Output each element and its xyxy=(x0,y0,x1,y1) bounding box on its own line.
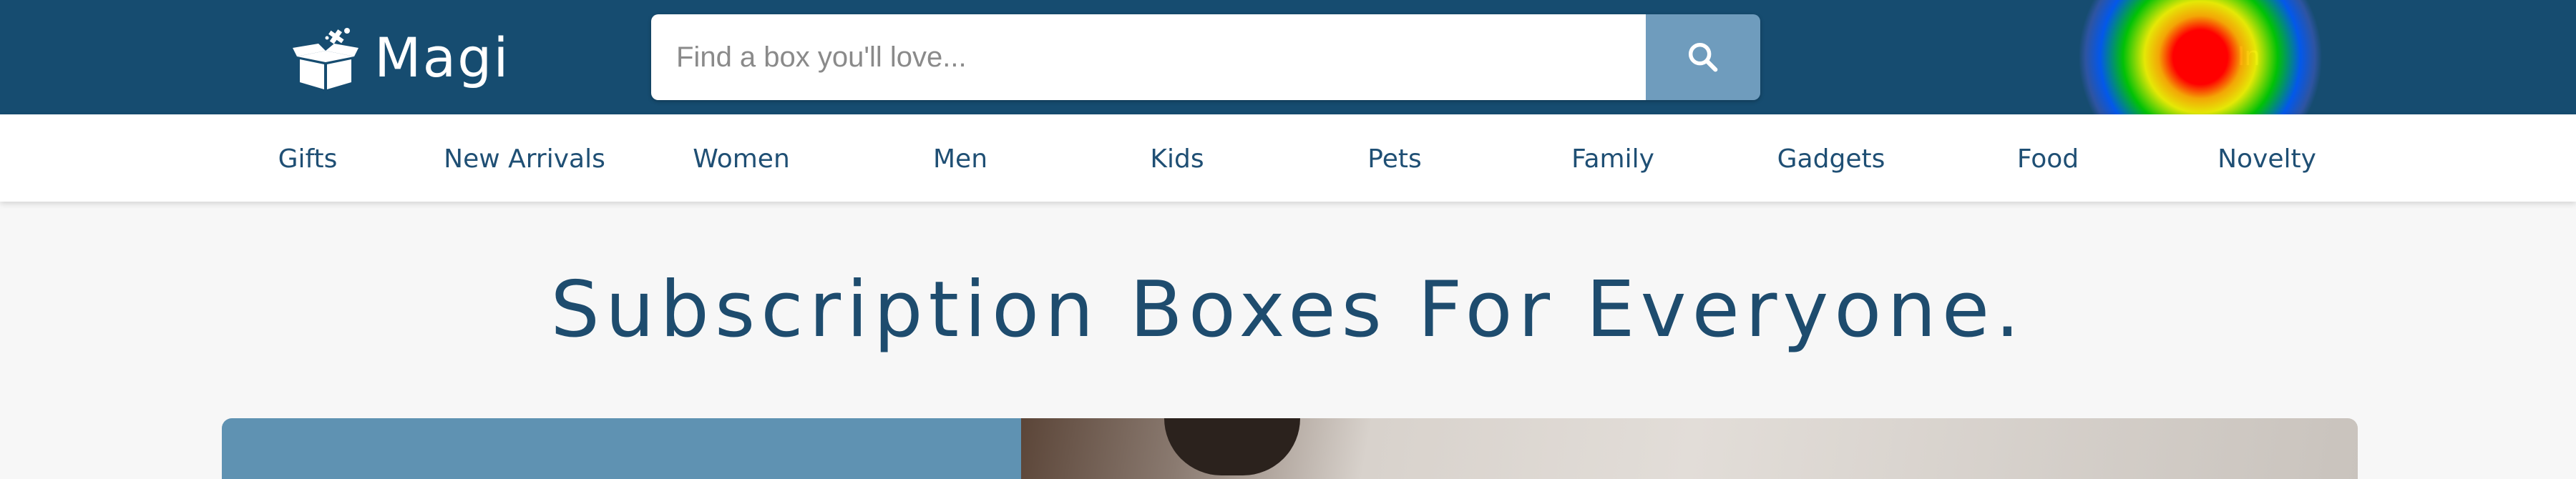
nav-item-novelty[interactable]: Novelty xyxy=(2218,144,2316,174)
nav-item-men[interactable]: Men xyxy=(933,144,987,174)
search-bar xyxy=(651,14,1760,100)
nav-item-family[interactable]: Family xyxy=(1571,144,1654,174)
search-button[interactable] xyxy=(1646,14,1760,100)
brand-logo[interactable]: Magi xyxy=(290,13,510,102)
banner-panel xyxy=(222,418,1021,479)
hero-banner xyxy=(222,418,2358,479)
sign-in-link[interactable]: Sign In xyxy=(2175,41,2260,72)
gift-box-icon xyxy=(293,27,358,89)
nav-item-kids[interactable]: Kids xyxy=(1150,144,1204,174)
top-header: Magi Sign In xyxy=(0,0,2576,114)
page: Magi Sign In Gifts New Arrivals Women Me… xyxy=(0,0,2576,479)
search-input[interactable] xyxy=(651,14,1646,100)
banner-image xyxy=(1021,418,2358,479)
nav-item-food[interactable]: Food xyxy=(2017,144,2079,174)
nav-item-women[interactable]: Women xyxy=(693,144,790,174)
brand-name: Magi xyxy=(374,25,510,89)
nav-item-pets[interactable]: Pets xyxy=(1367,144,1421,174)
banner-image-detail xyxy=(1164,418,1300,475)
nav-item-gifts[interactable]: Gifts xyxy=(278,144,338,174)
nav-item-new-arrivals[interactable]: New Arrivals xyxy=(444,144,605,174)
category-nav: Gifts New Arrivals Women Men Kids Pets F… xyxy=(0,114,2576,202)
search-icon xyxy=(1688,42,1718,72)
nav-item-gadgets[interactable]: Gadgets xyxy=(1777,144,1885,174)
hero-title: Subscription Boxes For Everyone. xyxy=(550,265,2026,355)
